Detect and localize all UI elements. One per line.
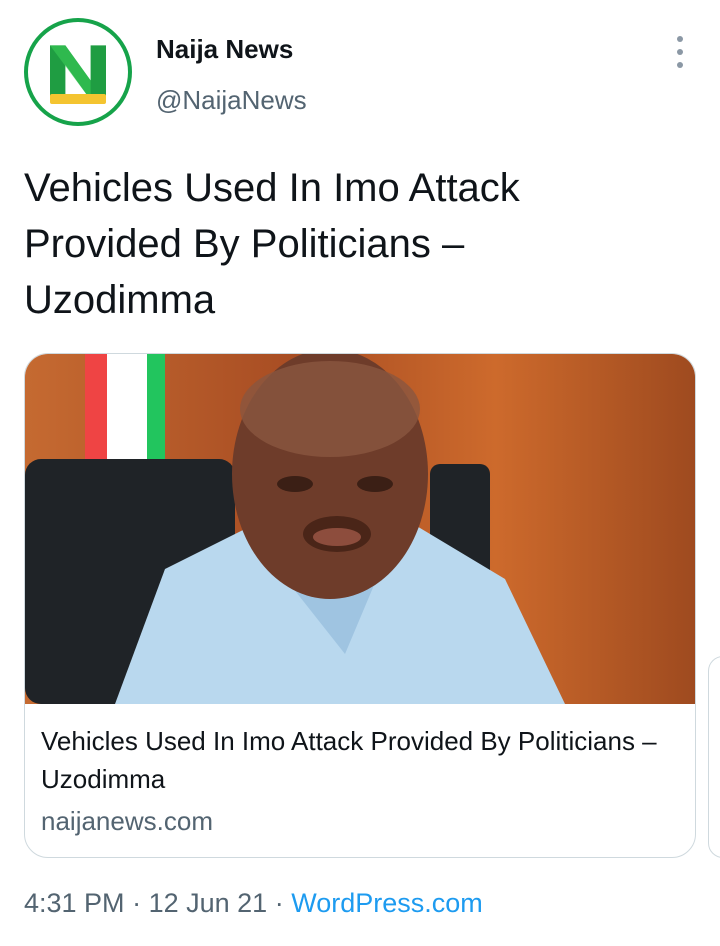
tweet-time[interactable]: 4:31 PM <box>24 888 125 918</box>
account-handle[interactable]: @NaijaNews <box>156 85 307 116</box>
logo-text-tag <box>50 94 106 104</box>
tweet-meta: 4:31 PM · 12 Jun 21 · WordPress.com <box>24 888 483 919</box>
adjacent-card-edge <box>708 656 720 858</box>
link-card[interactable]: Vehicles Used In Imo Attack Provided By … <box>24 353 696 858</box>
link-card-text: Vehicles Used In Imo Attack Provided By … <box>41 722 661 837</box>
link-card-domain: naijanews.com <box>41 806 213 836</box>
tweet-text: Vehicles Used In Imo Attack Provided By … <box>24 166 520 322</box>
tweet-source[interactable]: WordPress.com <box>291 888 483 918</box>
meta-separator: · <box>274 888 284 918</box>
meta-separator: · <box>132 888 142 918</box>
more-options-button[interactable] <box>668 36 692 68</box>
link-card-title: Vehicles Used In Imo Attack Provided By … <box>41 726 657 794</box>
article-image-illustration <box>25 354 565 704</box>
tweet-date[interactable]: 12 Jun 21 <box>149 888 268 918</box>
more-vertical-icon <box>677 36 683 42</box>
avatar[interactable] <box>24 18 132 126</box>
account-name[interactable]: Naija News <box>156 34 293 65</box>
article-thumbnail[interactable] <box>25 354 695 704</box>
